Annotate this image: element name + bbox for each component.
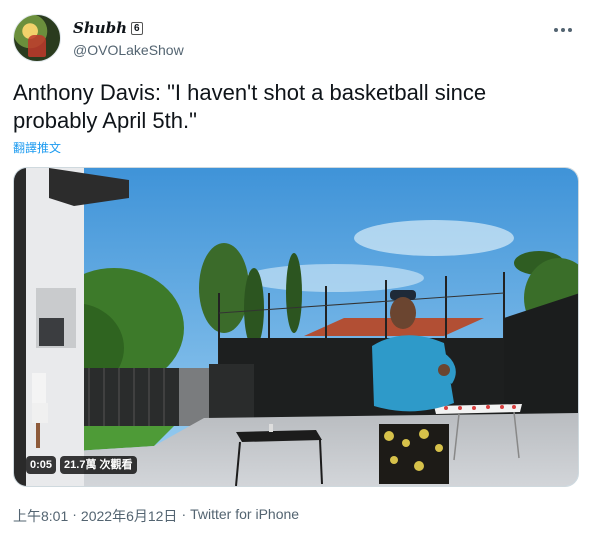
avatar[interactable] [13, 14, 61, 62]
tweet-date[interactable]: 2022年6月12日 [81, 506, 178, 526]
meta-separator: · [181, 506, 187, 522]
video-badges: 0:05 21.7萬 次觀看 [26, 456, 137, 474]
translate-tweet-link[interactable]: 翻譯推文 [13, 139, 61, 156]
tweet-meta: 上午8:01 · 2022年6月12日 · Twitter for iPhone [13, 506, 299, 526]
video-view-count: 21.7萬 次觀看 [60, 456, 137, 474]
handle[interactable]: @OVOLakeShow [73, 42, 184, 58]
name-badge: 6 [131, 21, 143, 35]
video-elapsed-time: 0:05 [26, 456, 57, 474]
video-player[interactable]: 0:05 21.7萬 次觀看 [13, 167, 579, 487]
tweet-text: Anthony Davis: "I haven't shot a basketb… [13, 80, 487, 133]
display-name-row: Shubh 6 [73, 18, 184, 38]
meta-separator: · [72, 506, 77, 522]
video-frame [14, 168, 578, 486]
more-options-icon[interactable] [549, 20, 577, 40]
tweet-header: Shubh 6 @OVOLakeShow [13, 14, 583, 64]
tweet-source[interactable]: Twitter for iPhone [190, 506, 299, 526]
tweet-time[interactable]: 上午8:01 [13, 506, 68, 526]
author-names: Shubh 6 @OVOLakeShow [73, 18, 184, 58]
display-name[interactable]: Shubh [73, 19, 127, 37]
